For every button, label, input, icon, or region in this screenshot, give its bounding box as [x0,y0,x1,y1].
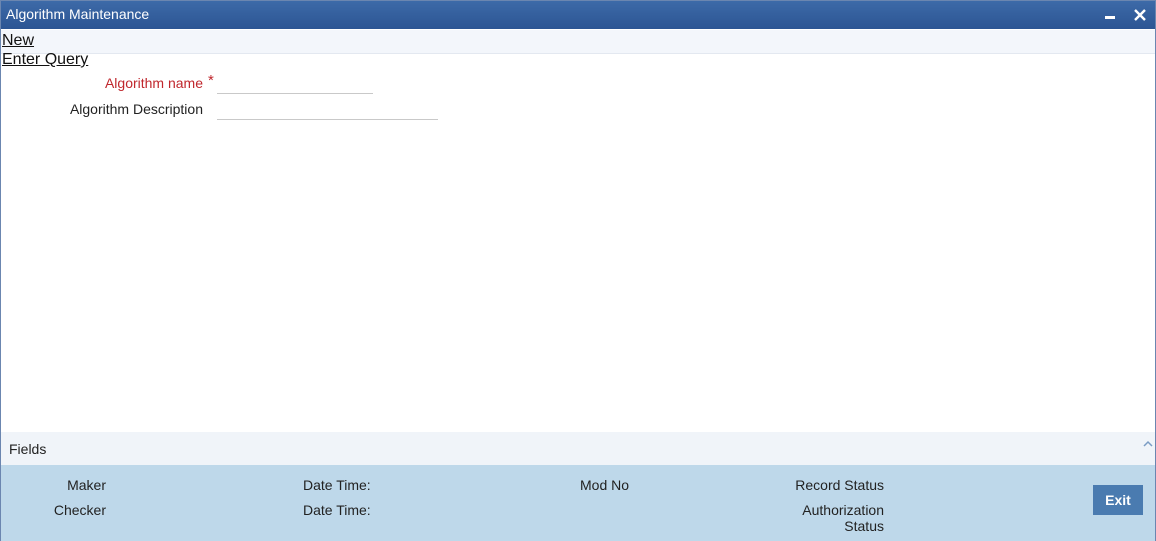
enter-query-link[interactable]: Enter Query [2,51,88,69]
checker-label: Checker [53,502,106,518]
record-status-label: Record Status [795,477,884,493]
chevron-up-icon[interactable] [1142,436,1154,447]
close-icon[interactable] [1129,4,1151,26]
checker-datetime-label: Date Time: [303,502,371,518]
audit-panel: Maker Checker Date Time: Date Time: Mod … [1,465,1155,541]
required-marker: * [208,72,214,89]
maker-datetime-label: Date Time: [303,477,371,493]
algorithm-name-label: Algorithm name [104,75,203,91]
maker-label: Maker [67,477,106,493]
title-bar: Algorithm Maintenance [1,1,1155,29]
new-link[interactable]: New [2,32,34,50]
fields-label: Fields [9,441,47,457]
algorithm-description-label: Algorithm Description [69,101,203,117]
authorization-status-label: Authorization Status [802,502,884,534]
minimize-icon[interactable] [1099,4,1121,26]
mod-no-label: Mod No [580,477,630,493]
fields-section[interactable]: Fields [1,432,1155,465]
window-title: Algorithm Maintenance [6,6,150,22]
algorithm-name-input[interactable] [217,74,373,94]
algorithm-description-input[interactable] [217,100,438,120]
toolbar [1,30,1155,54]
exit-button[interactable]: Exit [1093,485,1143,515]
algorithm-maintenance-window: Algorithm Maintenance New Enter Query Al… [0,0,1156,541]
